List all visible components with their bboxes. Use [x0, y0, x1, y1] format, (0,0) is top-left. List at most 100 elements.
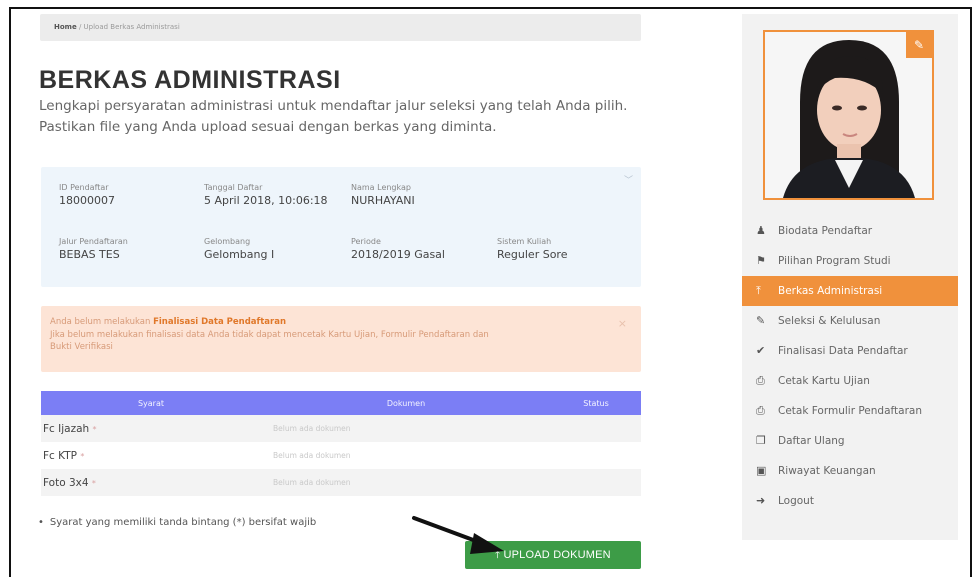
- sidebar-menu: ♟ Biodata Pendaftar ⚑ Pilihan Program Stud…: [742, 216, 958, 516]
- sidebar-item-label: Biodata Pendaftar: [778, 225, 873, 237]
- avatar: ✎: [763, 30, 934, 200]
- print-icon: ⎙: [756, 374, 765, 387]
- info-id: ID Pendaftar 18000007: [59, 183, 115, 207]
- copy-icon: ❐: [756, 434, 766, 447]
- breadcrumb-separator: /: [76, 23, 84, 31]
- column-header: Dokumen: [261, 391, 551, 415]
- table-row: Fc Ijazah * Belum ada dokumen: [41, 415, 641, 442]
- alert-line: Anda belum melakukan Finalisasi Data Pen…: [50, 316, 632, 329]
- page-description-line: Lengkapi persyaratan administrasi untuk …: [39, 98, 628, 114]
- print-icon: ⎙: [756, 404, 765, 417]
- logout-icon: ➜: [756, 494, 766, 507]
- requirement-name: Fc Ijazah *: [41, 415, 261, 442]
- info-value: Gelombang I: [204, 248, 275, 261]
- alert-line: Bukti Verifikasi: [50, 342, 113, 352]
- documents-table: Syarat Dokumen Status Fc Ijazah * Belum …: [41, 391, 641, 496]
- chevron-down-icon[interactable]: ﹀: [624, 173, 633, 186]
- sidebar-item-label: Cetak Kartu Ujian: [778, 375, 870, 387]
- info-label: Periode: [351, 237, 381, 246]
- requirement-label: Fc Ijazah: [43, 422, 90, 435]
- status-cell: [551, 469, 641, 496]
- sidebar-item-program-studi[interactable]: ⚑ Pilihan Program Studi: [742, 246, 958, 276]
- user-icon: ♟: [756, 224, 766, 237]
- requirement-label: Fc KTP: [43, 449, 77, 462]
- sidebar-item-label: Pilihan Program Studi: [778, 255, 891, 267]
- info-label: Sistem Kuliah: [497, 237, 552, 246]
- edit-icon: ✎: [756, 314, 766, 327]
- page-description: Lengkapi persyaratan administrasi untuk …: [39, 96, 639, 138]
- sidebar-item-cetak-kartu[interactable]: ⎙ Cetak Kartu Ujian: [742, 366, 958, 396]
- requirement-name: Foto 3x4 *: [41, 469, 261, 496]
- sidebar-item-seleksi[interactable]: ✎ Seleksi & Kelulusan: [742, 306, 958, 336]
- close-icon[interactable]: ×: [618, 317, 627, 331]
- sidebar-item-label: Logout: [778, 495, 814, 507]
- required-mark: *: [91, 478, 96, 488]
- info-value: BEBAS TES: [59, 248, 120, 261]
- required-mark: *: [92, 424, 97, 434]
- info-path: Jalur Pendaftaran BEBAS TES: [59, 237, 128, 261]
- column-header: Status: [551, 391, 641, 415]
- required-note-text: Syarat yang memiliki tanda bintang (*) b…: [49, 517, 317, 528]
- status-cell: [551, 415, 641, 442]
- alert-text: Anda belum melakukan: [50, 317, 154, 327]
- sidebar-item-biodata[interactable]: ♟ Biodata Pendaftar: [742, 216, 958, 246]
- pointer-arrow-annotation: [412, 516, 504, 554]
- check-icon: ✔: [756, 344, 766, 357]
- bullet: •: [38, 517, 44, 528]
- info-label: Tanggal Daftar: [204, 183, 263, 192]
- finalization-alert: × Anda belum melakukan Finalisasi Data P…: [41, 306, 641, 372]
- table-row: Fc KTP * Belum ada dokumen: [41, 442, 641, 469]
- arrow-head: [470, 533, 504, 554]
- sidebar-item-riwayat-keuangan[interactable]: ▣ Riwayat Keuangan: [742, 456, 958, 486]
- registrant-info-panel: ﹀ ID Pendaftar 18000007 Tanggal Daftar 5…: [41, 167, 641, 287]
- column-header: Syarat: [41, 391, 261, 415]
- sidebar-item-label: Daftar Ulang: [778, 435, 845, 447]
- money-icon: ▣: [756, 464, 767, 477]
- alert-line: Jika belum melakukan finalisasi data And…: [50, 329, 489, 340]
- required-note: • Syarat yang memiliki tanda bintang (*) …: [38, 517, 316, 528]
- sidebar-item-berkas-administrasi[interactable]: ⤒ Berkas Administrasi: [742, 276, 958, 306]
- info-date: Tanggal Daftar 5 April 2018, 10:06:18: [204, 183, 328, 207]
- sidebar-item-daftar-ulang[interactable]: ❐ Daftar Ulang: [742, 426, 958, 456]
- info-label: Jalur Pendaftaran: [59, 237, 128, 246]
- breadcrumb-current: Upload Berkas Administrasi: [83, 23, 180, 31]
- upload-icon: ⤒: [756, 284, 761, 297]
- sidebar-item-cetak-formulir[interactable]: ⎙ Cetak Formulir Pendaftaran: [742, 396, 958, 426]
- info-label: ID Pendaftar: [59, 183, 109, 192]
- info-value: Reguler Sore: [497, 248, 568, 261]
- info-label: Gelombang: [204, 237, 251, 246]
- sidebar-item-label: Seleksi & Kelulusan: [778, 315, 881, 327]
- upload-button-label: UPLOAD DOKUMEN: [503, 549, 611, 561]
- document-cell: Belum ada dokumen: [261, 469, 551, 496]
- breadcrumb: Home / Upload Berkas Administrasi: [40, 14, 641, 41]
- table-header-row: Syarat Dokumen Status: [41, 391, 641, 415]
- bookmark-icon: ⚑: [756, 254, 766, 267]
- info-period: Periode 2018/2019 Gasal: [351, 237, 445, 261]
- info-system: Sistem Kuliah Reguler Sore: [497, 237, 567, 261]
- page-title: BERKAS ADMINISTRASI: [39, 66, 341, 94]
- requirement-name: Fc KTP *: [41, 442, 261, 469]
- required-mark: *: [80, 451, 85, 461]
- breadcrumb-home-link[interactable]: Home: [54, 23, 77, 31]
- info-value: 2018/2019 Gasal: [351, 248, 445, 261]
- page-description-line: Pastikan file yang Anda upload sesuai de…: [39, 119, 497, 135]
- edit-photo-icon[interactable]: ✎: [906, 32, 932, 58]
- info-value: 18000007: [59, 194, 115, 207]
- sidebar-item-label: Berkas Administrasi: [778, 285, 883, 297]
- sidebar-item-finalisasi[interactable]: ✔ Finalisasi Data Pendaftar: [742, 336, 958, 366]
- document-cell: Belum ada dokumen: [261, 442, 551, 469]
- table-row: Foto 3x4 * Belum ada dokumen: [41, 469, 641, 496]
- sidebar-item-label: Riwayat Keuangan: [778, 465, 876, 477]
- info-name: Nama Lengkap NURHAYANI: [351, 183, 415, 207]
- sidebar-item-label: Finalisasi Data Pendaftar: [778, 345, 908, 357]
- sidebar-item-label: Cetak Formulir Pendaftaran: [778, 405, 922, 417]
- info-value: NURHAYANI: [351, 194, 415, 207]
- info-wave: Gelombang Gelombang I: [204, 237, 274, 261]
- alert-strong-text: Finalisasi Data Pendaftaran: [153, 317, 287, 327]
- info-value: 5 April 2018, 10:06:18: [204, 194, 328, 207]
- sidebar-item-logout[interactable]: ➜ Logout: [742, 486, 958, 516]
- status-cell: [551, 442, 641, 469]
- info-label: Nama Lengkap: [351, 183, 411, 192]
- requirement-label: Foto 3x4: [43, 476, 89, 489]
- document-cell: Belum ada dokumen: [261, 415, 551, 442]
